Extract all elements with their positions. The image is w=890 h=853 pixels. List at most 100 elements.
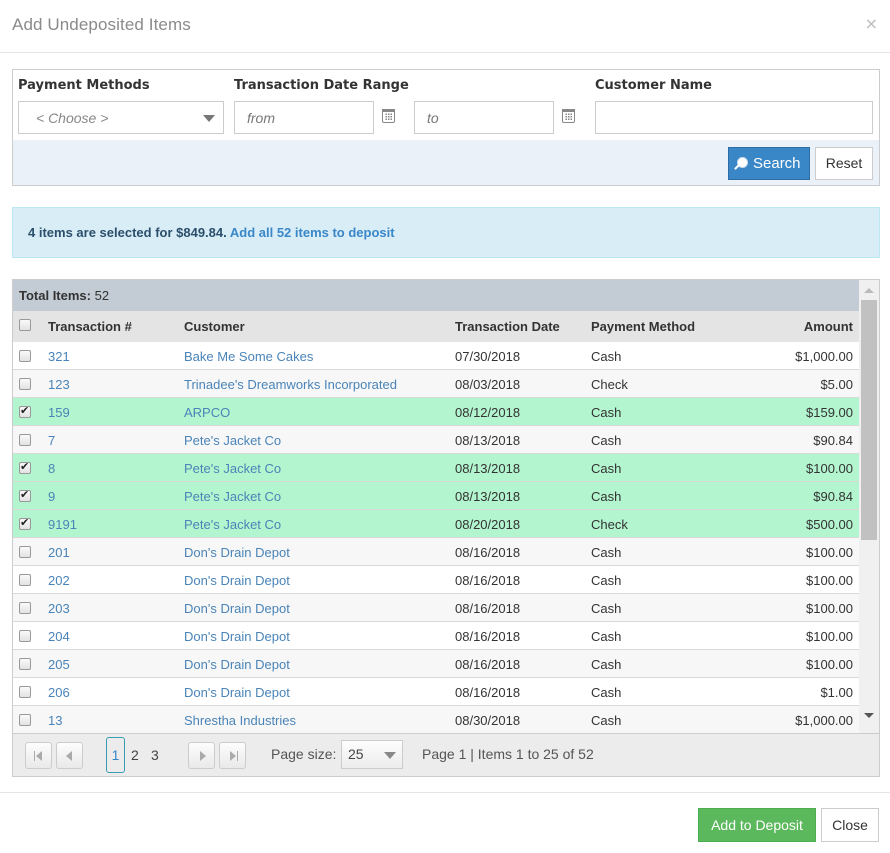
customer-link[interactable]: Pete's Jacket Co bbox=[184, 433, 281, 448]
column-header-date[interactable]: Transaction Date bbox=[455, 319, 560, 334]
table-row[interactable]: 204 Don's Drain Depot 08/16/2018 Cash $100.0… bbox=[13, 622, 859, 650]
row-checkbox[interactable] bbox=[19, 488, 31, 502]
table-row[interactable]: 13 Shrestha Industries 08/30/2018 Cash $1,00… bbox=[13, 706, 859, 733]
transaction-number-link[interactable]: 206 bbox=[48, 685, 70, 700]
customer-link[interactable]: Pete's Jacket Co bbox=[184, 489, 281, 504]
row-checkbox[interactable] bbox=[19, 714, 31, 726]
prev-page-button[interactable] bbox=[56, 742, 83, 769]
transaction-number-link[interactable]: 9 bbox=[48, 489, 55, 504]
column-header-customer[interactable]: Customer bbox=[184, 319, 245, 334]
row-checkbox[interactable] bbox=[19, 574, 31, 586]
customer-link[interactable]: Pete's Jacket Co bbox=[184, 461, 281, 476]
page-3-button[interactable]: 3 bbox=[151, 742, 159, 776]
first-page-arrow-icon bbox=[36, 751, 42, 761]
next-page-button[interactable] bbox=[188, 742, 215, 769]
first-page-button[interactable] bbox=[25, 742, 52, 769]
column-header-amount[interactable]: Amount bbox=[804, 319, 853, 334]
column-header-transaction[interactable]: Transaction # bbox=[48, 319, 132, 334]
total-items-bar: Total Items: 52 bbox=[13, 280, 859, 311]
page-1-button[interactable]: 1 bbox=[106, 737, 125, 773]
customer-link[interactable]: Don's Drain Depot bbox=[184, 685, 290, 700]
customer-link[interactable]: Don's Drain Depot bbox=[184, 601, 290, 616]
scroll-up-icon[interactable] bbox=[864, 288, 874, 293]
date-from-input[interactable]: from bbox=[234, 101, 374, 134]
transaction-number-link[interactable]: 123 bbox=[48, 377, 70, 392]
close-icon[interactable]: × bbox=[865, 14, 878, 33]
page-size-select[interactable]: 25 bbox=[341, 740, 403, 769]
customer-link[interactable]: Trinadee's Dreamworks Incorporated bbox=[184, 377, 397, 392]
scroll-down-icon[interactable] bbox=[864, 713, 874, 718]
transaction-number-link[interactable]: 204 bbox=[48, 629, 70, 644]
calendar-icon[interactable] bbox=[562, 109, 575, 123]
customer-link[interactable]: Shrestha Industries bbox=[184, 713, 296, 728]
table-row[interactable]: 7 Pete's Jacket Co 08/13/2018 Cash $90.84 bbox=[13, 426, 859, 454]
table-row[interactable]: 205 Don's Drain Depot 08/16/2018 Cash $100.0… bbox=[13, 650, 859, 678]
customer-link[interactable]: Bake Me Some Cakes bbox=[184, 349, 313, 364]
grid-scrollbar[interactable] bbox=[859, 280, 879, 733]
table-row[interactable]: 8 Pete's Jacket Co 08/13/2018 Cash $100.00 bbox=[13, 454, 859, 482]
transaction-date: 08/13/2018 bbox=[455, 489, 521, 504]
calendar-icon[interactable] bbox=[382, 109, 395, 123]
add-to-deposit-button[interactable]: Add to Deposit bbox=[698, 808, 816, 842]
payment-methods-select[interactable]: < Choose > bbox=[18, 101, 224, 134]
customer-link[interactable]: Don's Drain Depot bbox=[184, 545, 290, 560]
search-icon bbox=[737, 157, 748, 168]
row-checkbox[interactable] bbox=[19, 516, 31, 530]
table-row[interactable]: 203 Don's Drain Depot 08/16/2018 Cash $100.0… bbox=[13, 594, 859, 622]
transaction-number-link[interactable]: 202 bbox=[48, 573, 70, 588]
table-row[interactable]: 202 Don's Drain Depot 08/16/2018 Cash $100.0… bbox=[13, 566, 859, 594]
payment-method: Cash bbox=[591, 713, 622, 728]
transaction-number-link[interactable]: 205 bbox=[48, 657, 70, 672]
search-button[interactable]: Search bbox=[728, 147, 810, 180]
row-checkbox[interactable] bbox=[19, 404, 31, 418]
transaction-date: 08/16/2018 bbox=[455, 573, 521, 588]
amount: $100.00 bbox=[806, 573, 853, 588]
customer-name-input[interactable] bbox=[595, 101, 873, 134]
payment-method: Check bbox=[591, 517, 628, 532]
customer-link[interactable]: Don's Drain Depot bbox=[184, 573, 290, 588]
transaction-number-link[interactable]: 7 bbox=[48, 433, 55, 448]
table-row[interactable]: 9 Pete's Jacket Co 08/13/2018 Cash $90.84 bbox=[13, 482, 859, 510]
row-checkbox[interactable] bbox=[19, 434, 31, 446]
transaction-number-link[interactable]: 8 bbox=[48, 461, 55, 476]
row-checkbox[interactable] bbox=[19, 602, 31, 614]
transaction-number-link[interactable]: 159 bbox=[48, 405, 70, 420]
transaction-number-link[interactable]: 321 bbox=[48, 349, 70, 364]
select-all-checkbox[interactable] bbox=[19, 319, 31, 331]
table-row[interactable]: 206 Don's Drain Depot 08/16/2018 Cash $1.00 bbox=[13, 678, 859, 706]
amount: $100.00 bbox=[806, 545, 853, 560]
table-row[interactable]: 159 ARPCO 08/12/2018 Cash $159.00 bbox=[13, 398, 859, 426]
customer-link[interactable]: Don's Drain Depot bbox=[184, 629, 290, 644]
customer-link[interactable]: ARPCO bbox=[184, 405, 230, 420]
table-row[interactable]: 321 Bake Me Some Cakes 07/30/2018 Cash $1,00… bbox=[13, 342, 859, 370]
row-checkbox[interactable] bbox=[19, 686, 31, 698]
add-all-items-link[interactable]: Add all 52 items to deposit bbox=[230, 225, 395, 240]
page-2-button[interactable]: 2 bbox=[131, 742, 139, 776]
scroll-thumb[interactable] bbox=[861, 300, 877, 540]
row-checkbox[interactable] bbox=[19, 546, 31, 558]
transaction-number-link[interactable]: 13 bbox=[48, 713, 62, 728]
table-row[interactable]: 201 Don's Drain Depot 08/16/2018 Cash $100.0… bbox=[13, 538, 859, 566]
reset-button[interactable]: Reset bbox=[815, 147, 873, 180]
column-header-payment-method[interactable]: Payment Method bbox=[591, 319, 695, 334]
amount: $100.00 bbox=[806, 601, 853, 616]
transaction-date: 08/30/2018 bbox=[455, 713, 521, 728]
customer-link[interactable]: Pete's Jacket Co bbox=[184, 517, 281, 532]
row-checkbox[interactable] bbox=[19, 378, 31, 390]
date-to-input[interactable]: to bbox=[414, 101, 554, 134]
transaction-number-link[interactable]: 203 bbox=[48, 601, 70, 616]
row-checkbox[interactable] bbox=[19, 350, 31, 362]
last-page-button[interactable] bbox=[219, 742, 246, 769]
transaction-number-link[interactable]: 201 bbox=[48, 545, 70, 560]
close-button[interactable]: Close bbox=[821, 808, 879, 842]
row-checkbox[interactable] bbox=[19, 630, 31, 642]
transaction-date: 08/03/2018 bbox=[455, 377, 521, 392]
row-checkbox[interactable] bbox=[19, 460, 31, 474]
table-row[interactable]: 123 Trinadee's Dreamworks Incorporated 08/… bbox=[13, 370, 859, 398]
customer-link[interactable]: Don's Drain Depot bbox=[184, 657, 290, 672]
table-row[interactable]: 9191 Pete's Jacket Co 08/20/2018 Check $500.… bbox=[13, 510, 859, 538]
date-range-label: Transaction Date Range bbox=[234, 78, 409, 93]
transaction-number-link[interactable]: 9191 bbox=[48, 517, 77, 532]
row-checkbox[interactable] bbox=[19, 658, 31, 670]
pager: 1 2 3 Page size: 25 Page 1 | Items 1 to … bbox=[13, 733, 879, 776]
